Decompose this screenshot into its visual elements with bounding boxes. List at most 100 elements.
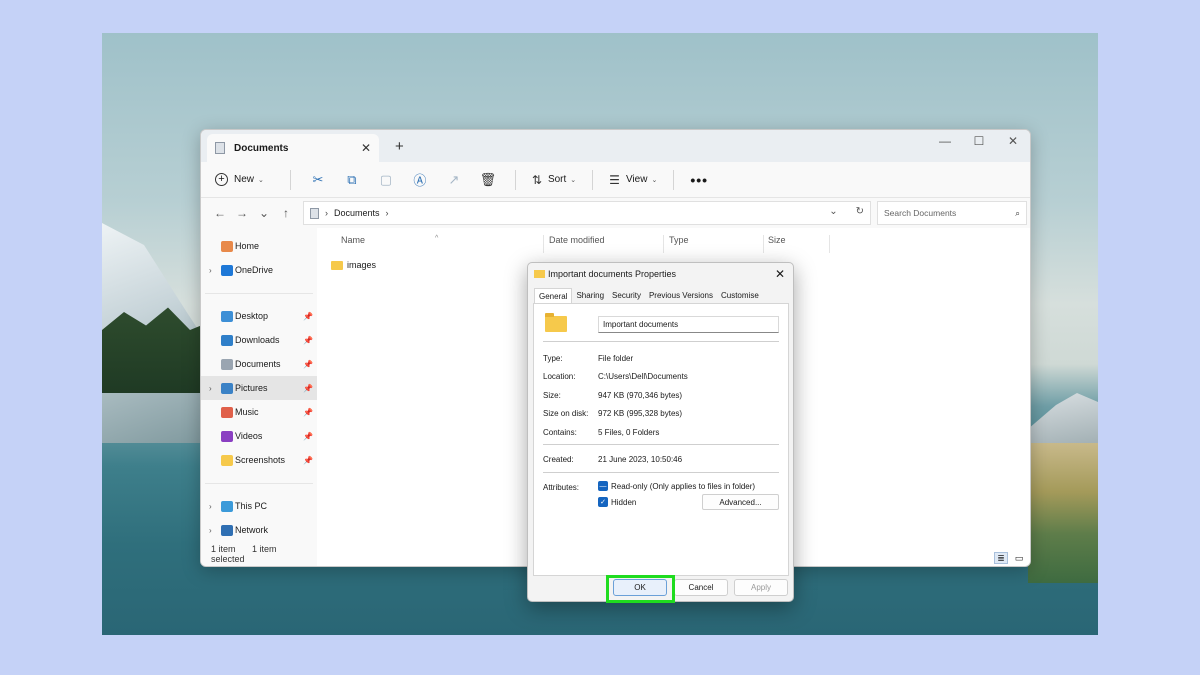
minimize-icon[interactable]: — <box>928 130 962 152</box>
hidden-checkbox[interactable]: ✓ Hidden <box>598 497 636 507</box>
more-options-button[interactable]: ••• <box>690 172 708 188</box>
pin-icon: 📌 <box>303 359 313 369</box>
forward-arrow-icon[interactable]: → <box>231 206 253 220</box>
details-view-icon[interactable]: ≣ <box>994 552 1008 564</box>
tab-security[interactable]: Security <box>608 288 645 304</box>
property-row: Created: 21 June 2023, 10:50:46 <box>543 455 682 464</box>
document-folder-icon <box>215 142 225 154</box>
back-arrow-icon[interactable]: ← <box>209 206 231 220</box>
expand-chevron-icon[interactable]: › <box>209 266 221 275</box>
sort-icon: ⇅ <box>531 172 542 187</box>
property-value: C:\Users\Dell\Documents <box>598 372 688 381</box>
window-controls: — ☐ ✕ <box>928 130 1030 152</box>
tab-sharing[interactable]: Sharing <box>572 288 608 304</box>
hidden-label: Hidden <box>611 497 637 507</box>
tab-title: Documents <box>234 142 289 154</box>
search-icon: ⌕ <box>1015 207 1020 218</box>
expand-chevron-icon[interactable]: › <box>209 502 221 511</box>
file-name: images <box>347 260 377 270</box>
toolbar-divider <box>289 169 291 190</box>
copy-icon[interactable]: ⧉ <box>341 169 363 191</box>
rename-icon[interactable]: Ⓐ <box>409 169 431 191</box>
sidebar-item-label: Home <box>235 241 260 251</box>
column-header-date[interactable]: Date modified <box>549 235 605 245</box>
recent-locations-icon[interactable]: ⌄ <box>253 206 275 220</box>
nav-divider <box>205 472 313 484</box>
apply-button[interactable]: Apply <box>734 579 788 596</box>
property-row: Size on disk: 972 KB (995,328 bytes) <box>543 409 682 418</box>
address-bar: ← → ⌄ ↑ › Documents › ⌄ ↻ Search Documen… <box>201 198 1030 228</box>
tab-general[interactable]: General <box>534 288 573 304</box>
maximize-icon[interactable]: ☐ <box>962 130 996 152</box>
divider <box>543 341 779 342</box>
expand-chevron-icon[interactable]: › <box>209 384 221 393</box>
sidebar-item-music[interactable]: Music 📌 <box>201 400 317 424</box>
column-header-name[interactable]: Name <box>341 235 365 245</box>
pin-icon: 📌 <box>303 335 313 345</box>
sidebar-item-pictures[interactable]: › Pictures 📌 <box>201 376 317 400</box>
sidebar-item-onedrive[interactable]: › OneDrive <box>201 258 317 282</box>
refresh-icon[interactable]: ↻ <box>856 206 864 217</box>
advanced-button[interactable]: Advanced... <box>702 494 779 510</box>
dialog-tabs: General Sharing Security Previous Versio… <box>534 288 763 304</box>
close-window-icon[interactable]: ✕ <box>996 130 1030 152</box>
sidebar-item-label: Downloads <box>235 335 280 345</box>
search-input[interactable]: Search Documents ⌕ <box>877 201 1027 225</box>
folder-name-field[interactable]: Important documents <box>598 316 779 333</box>
sidebar-item-label: Pictures <box>235 383 268 393</box>
videos-icon <box>221 430 233 442</box>
readonly-checkbox[interactable]: — Read-only (Only applies to files in fo… <box>598 481 755 491</box>
address-field[interactable]: › Documents › ⌄ ↻ <box>303 201 871 225</box>
paste-icon[interactable]: ▢ <box>375 169 397 191</box>
share-icon[interactable]: ↗ <box>443 169 465 191</box>
close-tab-icon[interactable]: ✕ <box>361 141 371 155</box>
divider <box>543 472 779 473</box>
sidebar-item-screenshots[interactable]: Screenshots 📌 <box>201 448 317 472</box>
new-label: New <box>234 174 255 185</box>
sidebar-item-desktop[interactable]: Desktop 📌 <box>201 304 317 328</box>
list-item[interactable]: images <box>331 260 376 270</box>
sidebar-item-home[interactable]: Home <box>201 234 317 258</box>
property-row: Location: C:\Users\Dell\Documents <box>543 372 688 381</box>
property-row: Contains: 5 Files, 0 Folders <box>543 428 659 437</box>
column-divider <box>763 235 764 253</box>
close-dialog-icon[interactable]: ✕ <box>775 267 785 281</box>
home-icon <box>221 240 233 252</box>
delete-icon[interactable]: 🗑 <box>477 169 499 191</box>
command-bar: + New ⌄ ✂ ⧉ ▢ Ⓐ ↗ 🗑 ⇅ Sort ⌄ ☰ View ⌄ ••… <box>201 162 1030 198</box>
this-pc-icon <box>221 500 233 512</box>
cancel-button[interactable]: Cancel <box>674 579 728 596</box>
nav-divider <box>205 282 313 294</box>
sidebar-item-videos[interactable]: Videos 📌 <box>201 424 317 448</box>
column-divider <box>663 235 664 253</box>
column-header-size[interactable]: Size <box>768 235 786 245</box>
sidebar-item-this-pc[interactable]: › This PC <box>201 494 317 518</box>
column-header-type[interactable]: Type <box>669 235 689 245</box>
attributes-row: Attributes: <box>543 483 598 492</box>
plus-icon: + <box>215 173 228 186</box>
new-button[interactable]: + New ⌄ <box>215 173 264 186</box>
cut-icon[interactable]: ✂ <box>307 169 329 191</box>
sidebar-item-documents[interactable]: Documents 📌 <box>201 352 317 376</box>
large-icons-view-icon[interactable]: ▭ <box>1012 552 1026 564</box>
documents-icon <box>221 358 233 370</box>
property-row: Size: 947 KB (970,346 bytes) <box>543 391 682 400</box>
status-bar: 1 item 1 item selected <box>211 544 317 564</box>
sidebar-item-network[interactable]: › Network <box>201 518 317 542</box>
tab-documents[interactable]: Documents ✕ <box>207 134 379 162</box>
up-arrow-icon[interactable]: ↑ <box>275 206 297 220</box>
sidebar-item-downloads[interactable]: Downloads 📌 <box>201 328 317 352</box>
tab-customise[interactable]: Customise <box>717 288 763 304</box>
property-key: Size on disk: <box>543 409 589 418</box>
breadcrumb-documents[interactable]: Documents <box>334 208 380 218</box>
divider <box>543 444 779 445</box>
new-tab-icon[interactable]: + <box>395 138 404 155</box>
sort-button[interactable]: ⇅ Sort ⌄ <box>532 173 576 187</box>
view-toggles: ≣ ▭ <box>994 552 1026 564</box>
property-value: 947 KB (970,346 bytes) <box>598 391 683 400</box>
expand-chevron-icon[interactable]: › <box>209 526 221 535</box>
tab-previous-versions[interactable]: Previous Versions <box>645 288 717 304</box>
toolbar-divider <box>514 169 516 190</box>
view-button[interactable]: ☰ View ⌄ <box>609 173 657 187</box>
address-history-icon[interactable]: ⌄ <box>829 206 837 217</box>
